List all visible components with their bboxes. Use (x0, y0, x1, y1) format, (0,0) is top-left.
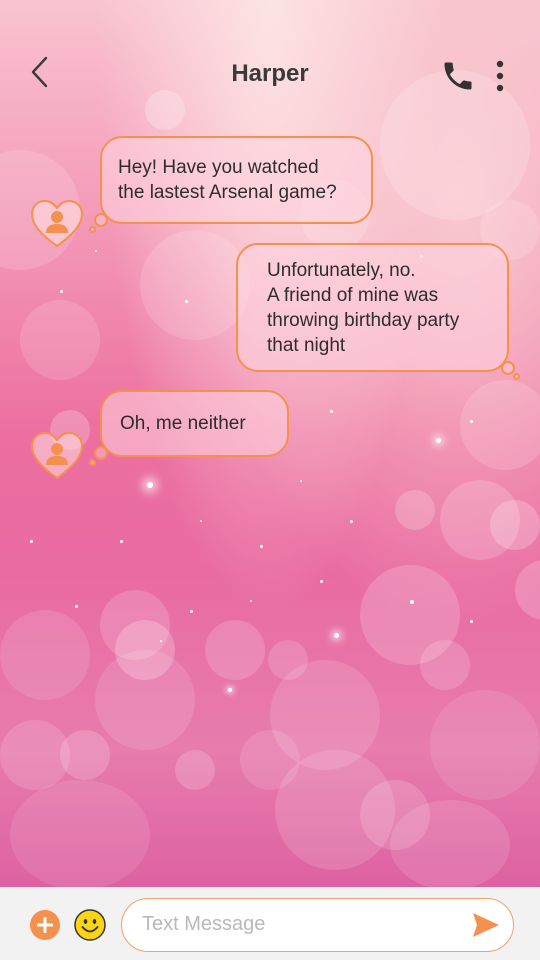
composer-bar (0, 887, 540, 960)
message-text: Oh, me neither (120, 413, 246, 434)
call-button[interactable] (440, 58, 476, 94)
send-button[interactable] (471, 910, 501, 940)
bubble-tail (89, 226, 96, 233)
chat-header: Harper (0, 0, 540, 130)
bubble-tail (501, 361, 515, 375)
phone-icon (444, 62, 472, 90)
more-options-button[interactable] (488, 58, 512, 94)
emoji-button[interactable] (74, 909, 106, 941)
message-bubble-incoming[interactable]: Hey! Have you watched the lastest Arsena… (100, 136, 373, 224)
send-icon (473, 913, 499, 937)
message-bubble-outgoing[interactable]: Unfortunately, no. A friend of mine was … (236, 243, 509, 372)
plus-icon (30, 910, 60, 940)
message-text: Unfortunately, no. A friend of mine was … (267, 259, 460, 356)
bubble-tail (513, 373, 520, 380)
add-attachment-button[interactable] (30, 910, 60, 940)
avatar (30, 431, 84, 480)
bubble-tail (94, 213, 108, 227)
message-input-container (121, 898, 514, 952)
avatar (30, 199, 84, 248)
bubble-tail (89, 459, 96, 466)
message-input[interactable] (142, 899, 462, 950)
smiley-icon (74, 909, 106, 941)
message-text: Hey! Have you watched the lastest Arsena… (118, 157, 337, 203)
message-bubble-incoming[interactable]: Oh, me neither (100, 390, 289, 457)
chat-screen: Harper Hey! Have you watched the lastest… (0, 0, 540, 960)
more-vertical-icon (496, 60, 504, 92)
bubble-tail (94, 446, 108, 460)
